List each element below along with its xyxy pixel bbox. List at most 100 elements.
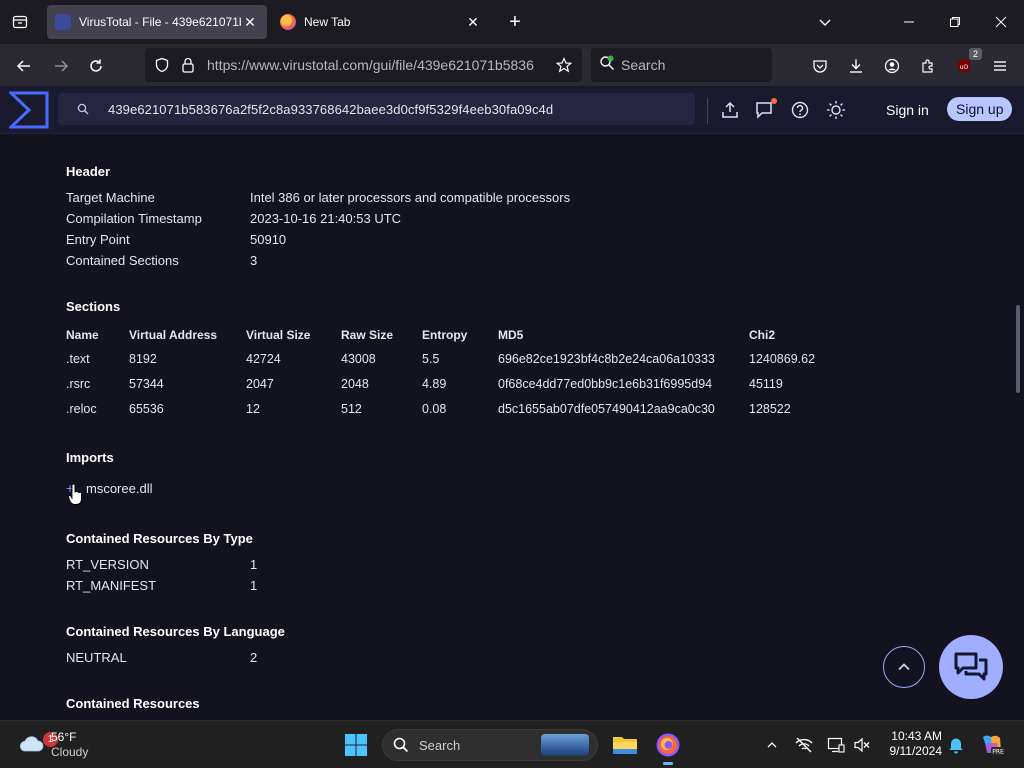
scroll-to-top-button[interactable] <box>883 646 925 688</box>
lock-icon[interactable] <box>175 52 201 78</box>
table-cell: 128522 <box>749 402 791 416</box>
table-cell: 5.5 <box>422 352 440 366</box>
restore-window-icon[interactable] <box>940 8 970 36</box>
hash-search-input[interactable]: 439e621071b583676a2f5f2c8a933768642baee3… <box>58 93 695 125</box>
shield-icon[interactable] <box>149 52 175 78</box>
compilation-timestamp-value: 2023-10-16 21:40:53 UTC <box>250 211 402 226</box>
header-divider <box>707 98 708 124</box>
extension-badge: 2 <box>969 48 982 60</box>
tab-virustotal[interactable]: VirusTotal - File - 439e621071b583 ✕ <box>47 5 267 39</box>
chat-support-button[interactable] <box>939 635 1003 699</box>
display-icon[interactable] <box>826 735 846 755</box>
cloud-icon <box>19 736 44 752</box>
close-tab-icon[interactable]: ✕ <box>464 13 482 31</box>
column-header: Virtual Address <box>129 328 218 342</box>
resources-by-type-title: Contained Resources By Type <box>66 531 253 546</box>
volume-muted-icon[interactable] <box>852 735 872 755</box>
browser-nav-bar: https://www.virustotal.com/gui/file/439e… <box>0 44 1024 86</box>
windows-taskbar: 1 56°F Cloudy Search 10:43 AM 9/11/2024 … <box>0 720 1024 768</box>
weather-widget[interactable]: 1 56°F Cloudy <box>14 727 114 763</box>
bookmark-star-icon[interactable] <box>550 51 578 79</box>
hash-search-value: 439e621071b583676a2f5f2c8a933768642baee3… <box>108 101 554 117</box>
help-icon[interactable] <box>788 98 812 122</box>
downloads-icon[interactable] <box>842 52 870 80</box>
upload-icon[interactable] <box>718 98 742 122</box>
table-cell: d5c1655ab07dfe057490412aa9ca0c30 <box>498 402 715 416</box>
table-cell: 0f68ce4dd77ed0bb9c1e6b31f6995d94 <box>498 377 713 391</box>
table-cell: 57344 <box>129 377 164 391</box>
column-header: Virtual Size <box>246 328 311 342</box>
table-cell: .reloc <box>66 402 97 416</box>
table-cell: 0.08 <box>422 402 447 416</box>
network-offline-icon[interactable] <box>794 735 814 755</box>
table-cell: 2048 <box>341 377 369 391</box>
virustotal-favicon-icon <box>55 14 71 30</box>
resource-type-label: RT_VERSION <box>66 557 149 572</box>
theme-sun-icon[interactable] <box>824 98 848 122</box>
reload-icon[interactable] <box>82 52 110 80</box>
page-scrollbar[interactable] <box>1016 305 1020 393</box>
table-cell: 8192 <box>129 352 157 366</box>
new-tab-plus-icon[interactable]: + <box>503 10 527 34</box>
search-highlight-image <box>541 734 589 756</box>
minimize-window-icon[interactable] <box>894 8 924 36</box>
table-cell: 1240869.62 <box>749 352 816 366</box>
copilot-pre-icon[interactable]: PRE <box>979 733 1005 757</box>
column-header: Name <box>66 328 99 342</box>
table-cell: 512 <box>341 402 362 416</box>
column-header: Entropy <box>422 328 468 342</box>
ublock-origin-icon[interactable]: uO 2 <box>950 48 982 80</box>
tab-title: VirusTotal - File - 439e621071b583 <box>79 15 241 29</box>
close-window-icon[interactable] <box>986 8 1016 36</box>
search-engine-icon <box>599 55 615 76</box>
chevron-up-icon[interactable] <box>762 735 782 755</box>
taskbar-search-placeholder: Search <box>419 737 461 753</box>
table-cell: 43008 <box>341 352 376 366</box>
resource-language-count: 2 <box>250 650 258 665</box>
clock-date: 9/11/2024 <box>889 744 943 758</box>
notifications-chat-icon[interactable] <box>753 98 777 122</box>
target-machine-value: Intel 386 or later processors and compat… <box>250 190 571 205</box>
contained-sections-value: 3 <box>250 253 258 268</box>
taskbar-search-input[interactable]: Search <box>382 729 598 761</box>
windows-start-icon[interactable] <box>344 733 368 757</box>
active-app-indicator <box>663 762 673 765</box>
clock-time: 10:43 AM <box>891 729 942 743</box>
notification-bell-icon[interactable] <box>946 735 966 755</box>
url-text: https://www.virustotal.com/gui/file/439e… <box>207 57 534 73</box>
imports-title: Imports <box>66 450 114 465</box>
chevron-up-icon <box>898 663 910 671</box>
close-tab-icon[interactable]: ✕ <box>241 13 259 31</box>
table-cell: 45119 <box>749 377 783 391</box>
sections-title: Sections <box>66 299 121 314</box>
firefox-taskbar-icon[interactable] <box>652 729 684 765</box>
url-bar[interactable]: https://www.virustotal.com/gui/file/439e… <box>145 48 582 82</box>
account-icon[interactable] <box>878 52 906 80</box>
virustotal-logo-icon[interactable] <box>7 91 49 129</box>
resources-by-language-title: Contained Resources By Language <box>66 624 285 639</box>
hamburger-menu-icon[interactable] <box>986 52 1014 80</box>
tab-new-tab[interactable]: New Tab ✕ <box>272 5 490 39</box>
weather-temperature: 56°F <box>51 730 77 744</box>
back-arrow-icon[interactable] <box>10 52 38 80</box>
search-icon <box>68 103 98 115</box>
search-placeholder: Search <box>621 57 666 73</box>
table-cell: 696e82ce1923bf4c8b2e24ca06a10333 <box>498 352 715 366</box>
compilation-timestamp-label: Compilation Timestamp <box>66 211 202 226</box>
table-cell: 65536 <box>129 402 164 416</box>
chevron-down-icon[interactable] <box>813 10 837 34</box>
resource-language-label: NEUTRAL <box>66 650 127 665</box>
file-details-content: Header Target Machine Intel 386 or later… <box>0 135 1024 720</box>
tab-manager-icon[interactable] <box>8 10 32 34</box>
file-explorer-icon[interactable] <box>609 729 641 761</box>
sign-up-button[interactable]: Sign up <box>947 97 1013 121</box>
forward-arrow-icon[interactable] <box>47 52 75 80</box>
sign-in-link[interactable]: Sign in <box>876 100 939 120</box>
table-cell: .rsrc <box>66 377 91 391</box>
browser-search-input[interactable]: Search <box>591 48 772 82</box>
system-clock[interactable]: 10:43 AM 9/11/2024 <box>884 729 943 759</box>
extensions-puzzle-icon[interactable] <box>914 52 942 80</box>
search-icon <box>393 737 409 753</box>
resource-type-count: 1 <box>250 557 258 572</box>
pocket-icon[interactable] <box>806 52 834 80</box>
